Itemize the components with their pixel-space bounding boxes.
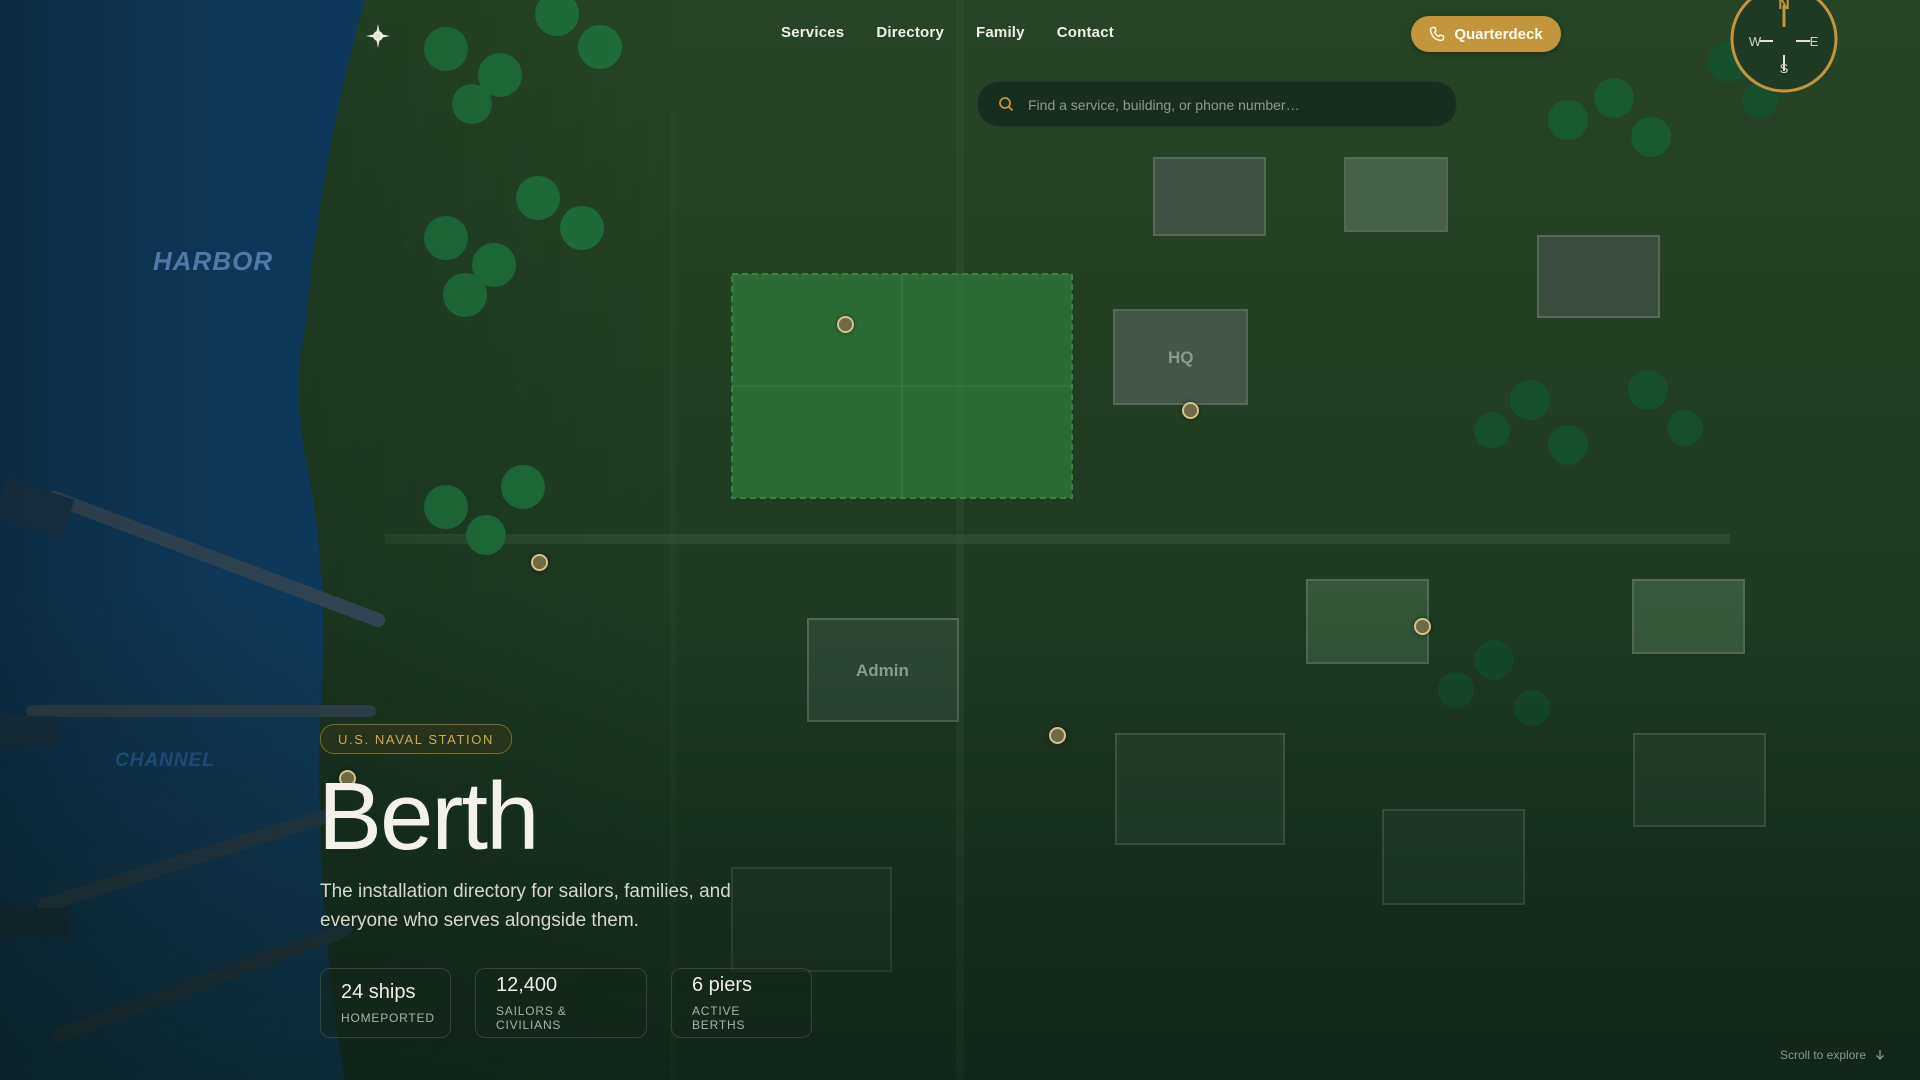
hq-label: HQ <box>1168 348 1194 367</box>
base-map[interactable] <box>0 0 1920 1080</box>
stat-card-piers: 6 piers ACTIVE BERTHS <box>671 968 812 1038</box>
compass-e: E <box>1810 34 1819 49</box>
nav-family[interactable]: Family <box>976 24 1025 41</box>
compass-s: S <box>1780 61 1789 76</box>
hero-subtitle: The installation directory for sailors, … <box>320 881 731 931</box>
stat-value: 6 piers <box>692 974 753 996</box>
search-icon <box>998 96 1014 112</box>
pier-2-base <box>0 716 58 746</box>
compass-rose[interactable]: N S E W <box>1730 0 1838 93</box>
map-pin[interactable] <box>837 316 854 333</box>
station-badge: U.S. NAVAL STATION <box>320 724 512 754</box>
harbor-label: HARBOR <box>153 246 274 276</box>
map-pin[interactable] <box>1414 618 1431 635</box>
search-bar[interactable] <box>977 81 1457 128</box>
channel-label: CHANNEL <box>115 750 215 771</box>
map-pin[interactable] <box>531 554 548 571</box>
compass-w: W <box>1749 34 1762 49</box>
map-pin[interactable] <box>1182 402 1199 419</box>
admin-label: Admin <box>856 661 909 680</box>
scroll-hint-label: Scroll to explore <box>1780 1048 1867 1062</box>
pier-3-base <box>0 908 70 938</box>
stat-value: 24 ships <box>341 981 416 1003</box>
compass-n: N <box>1778 0 1790 13</box>
stat-card-ships: 24 ships HOMEPORTED <box>320 968 451 1038</box>
anchor-logo-icon[interactable] <box>364 22 392 50</box>
cross-road <box>956 0 964 1080</box>
stats-row: 24 ships HOMEPORTED 12,400 SAILORS & CIV… <box>320 968 812 1038</box>
stat-card-personnel: 12,400 SAILORS & CIVILIANS <box>475 968 647 1038</box>
stat-value: 12,400 <box>496 974 558 996</box>
stat-label: HOMEPORTED <box>341 1011 435 1025</box>
quarterdeck-button[interactable]: Quarterdeck <box>1411 16 1561 52</box>
hero-title: Berth <box>318 763 539 870</box>
map-pin[interactable] <box>1049 727 1066 744</box>
nav-directory[interactable]: Directory <box>876 24 944 41</box>
arrow-down-icon <box>1874 1049 1886 1061</box>
main-road <box>385 534 1730 544</box>
nav-services[interactable]: Services <box>781 24 844 41</box>
map-graphics <box>0 0 1778 1080</box>
phone-icon <box>1429 26 1445 42</box>
search-input[interactable] <box>1026 82 1440 128</box>
scroll-hint[interactable]: Scroll to explore <box>1780 1048 1886 1062</box>
nav-contact[interactable]: Contact <box>1057 24 1114 41</box>
stat-label: ACTIVE BERTHS <box>692 1004 746 1032</box>
main-nav: Services Directory Family Contact <box>781 24 1114 41</box>
quarterdeck-label: Quarterdeck <box>1454 25 1543 43</box>
stat-label: SAILORS & CIVILIANS <box>496 1004 567 1032</box>
